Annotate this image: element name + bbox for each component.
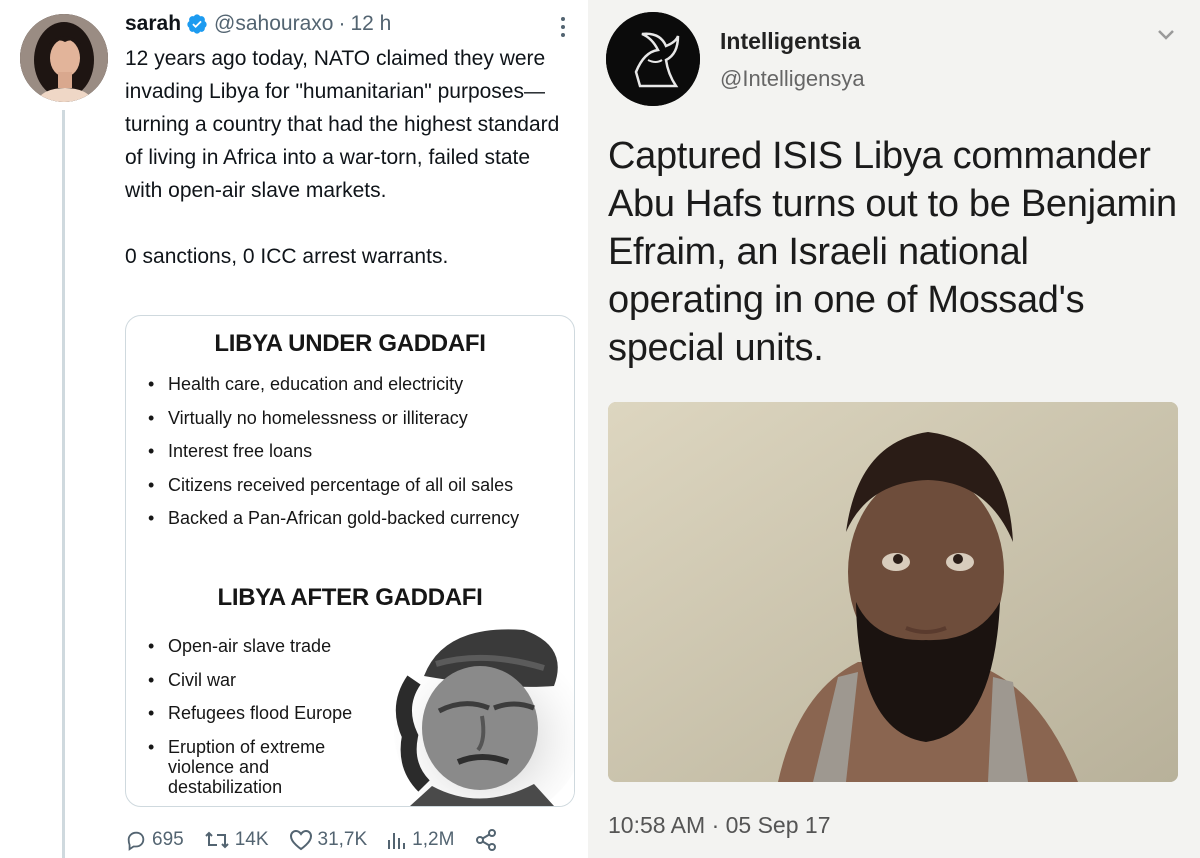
reply-icon bbox=[127, 831, 145, 851]
thread-line bbox=[62, 110, 65, 858]
embedded-tweet-screenshot: Intelligentsia @Intelligensya Captured I… bbox=[588, 0, 1200, 858]
share-button[interactable] bbox=[474, 828, 503, 852]
user-name[interactable]: sarah bbox=[125, 12, 181, 36]
user-name[interactable]: Intelligentsia bbox=[720, 28, 861, 55]
list-before: Health care, education and electricity V… bbox=[148, 374, 519, 542]
retweet-icon bbox=[204, 831, 229, 849]
tweet-text-paragraph: 12 years ago today, NATO claimed they we… bbox=[125, 47, 560, 202]
list-after: Open-air slave trade Civil war Refugees … bbox=[148, 636, 352, 797]
tweet-time[interactable]: 12 h bbox=[350, 12, 391, 36]
list-item: Virtually no homelessness or illiteracy bbox=[148, 408, 519, 442]
action-bar: 695 14K 31,7K 1,2M bbox=[125, 825, 523, 855]
list-item: Civil war bbox=[148, 670, 352, 704]
views-button[interactable]: 1,2M bbox=[387, 829, 454, 851]
list-item: Open-air slave trade bbox=[148, 636, 352, 670]
like-button[interactable]: 31,7K bbox=[289, 829, 368, 851]
left-tweet: sarah @sahouraxo · 12 h 12 years ago tod… bbox=[0, 0, 590, 858]
list-item: Health care, education and electricity bbox=[148, 374, 519, 408]
tweet-photo[interactable] bbox=[608, 402, 1178, 782]
avatar[interactable] bbox=[606, 12, 700, 106]
retweet-button[interactable]: 14K bbox=[204, 829, 269, 851]
reply-count: 695 bbox=[152, 829, 184, 850]
list-item: Interest free loans bbox=[148, 441, 519, 475]
separator-dot: · bbox=[338, 12, 346, 35]
heading-before: LIBYA UNDER GADDAFI bbox=[214, 330, 486, 357]
verified-badge-icon bbox=[186, 13, 208, 35]
tweet-text-paragraph: 0 sanctions, 0 ICC arrest warrants. bbox=[125, 245, 449, 268]
tweet-text: Captured ISIS Libya commander Abu Hafs t… bbox=[608, 135, 1177, 369]
more-icon[interactable] bbox=[556, 14, 570, 40]
tweet-timestamp: 10:58 AM · 05 Sep 17 bbox=[608, 812, 831, 838]
views-icon bbox=[388, 833, 406, 849]
list-item: Eruption of extreme violence and destabi… bbox=[148, 737, 348, 797]
list-item: Refugees flood Europe bbox=[148, 703, 352, 737]
reply-button[interactable]: 695 bbox=[125, 829, 184, 851]
views-count: 1,2M bbox=[412, 829, 455, 850]
retweet-count: 14K bbox=[234, 829, 269, 850]
like-icon bbox=[289, 829, 312, 851]
media-image[interactable]: LIBYA UNDER GADDAFI Health care, educati… bbox=[125, 315, 575, 807]
portrait-photo bbox=[384, 616, 574, 806]
tweet-header: sarah @sahouraxo · 12 h bbox=[125, 12, 391, 36]
tweet-text: 12 years ago today, NATO claimed they we… bbox=[125, 42, 565, 273]
list-item: Backed a Pan-African gold-backed currenc… bbox=[148, 508, 519, 542]
chevron-down-icon[interactable] bbox=[1156, 28, 1176, 42]
user-handle[interactable]: @Intelligensya bbox=[720, 66, 865, 92]
user-handle[interactable]: @sahouraxo bbox=[214, 12, 333, 36]
heading-after: LIBYA AFTER GADDAFI bbox=[217, 584, 483, 611]
like-count: 31,7K bbox=[317, 829, 368, 850]
share-icon bbox=[476, 829, 497, 851]
list-item: Citizens received percentage of all oil … bbox=[148, 475, 519, 509]
avatar[interactable] bbox=[20, 14, 108, 102]
